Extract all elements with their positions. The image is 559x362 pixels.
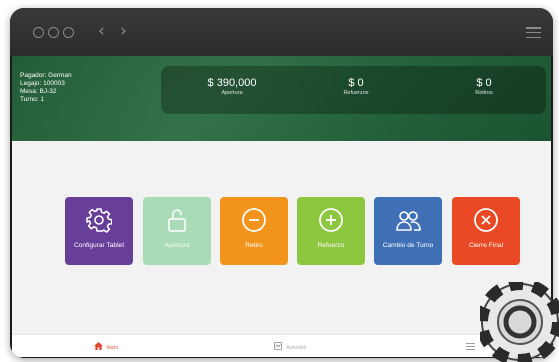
tile-label: Retiro <box>245 242 263 249</box>
nav-menu[interactable] <box>466 343 475 352</box>
tile-label: Refuerzo <box>317 242 345 249</box>
stat-label: Retiros <box>475 90 493 96</box>
close-circle-icon <box>474 208 498 232</box>
tile-label: Cambio de Turno <box>382 242 434 249</box>
stat-label: Apertura <box>221 90 243 96</box>
main-content: Configurar Tablet Apertura Retiro Refuer… <box>12 141 551 334</box>
stat-refuerzos: $ 0 Refuerzos <box>311 77 401 96</box>
bottom-nav: Inicio Actividad <box>12 334 551 357</box>
apertura-button[interactable]: Apertura <box>143 197 211 265</box>
forward-arrow-icon[interactable]: › <box>120 21 127 41</box>
window-dot-icon[interactable] <box>33 27 44 38</box>
stat-value: $ 0 <box>476 77 492 89</box>
pagador-text: Pagador: German <box>20 72 72 79</box>
stat-value: $ 390,000 <box>207 77 257 89</box>
tablet-frame: ‹ › Pagador: German Legajo: 100003 Mesa:… <box>10 8 553 358</box>
activity-icon <box>274 342 282 350</box>
menu-icon <box>466 343 475 350</box>
minus-circle-icon <box>242 208 266 232</box>
cambio-de-turno-button[interactable]: Cambio de Turno <box>374 197 442 265</box>
user-info: Pagador: German Legajo: 100003 Mesa: BJ-… <box>20 72 72 104</box>
window-dot-icon[interactable] <box>63 27 74 38</box>
tile-label: Cierre Final <box>468 242 504 249</box>
stat-retiros: $ 0 Retiros <box>439 77 529 96</box>
tile-label: Apertura <box>164 242 190 249</box>
gear-icon <box>86 208 112 233</box>
tile-label: Configurar Tablet <box>73 242 125 249</box>
nav-label: Inicio <box>106 345 119 351</box>
home-icon <box>94 342 103 350</box>
stat-value: $ 0 <box>348 77 364 89</box>
title-bar: ‹ › <box>10 8 553 56</box>
nav-inicio[interactable]: Inicio <box>94 342 118 351</box>
configurar-tablet-button[interactable]: Configurar Tablet <box>65 197 133 265</box>
unlock-icon <box>168 209 186 232</box>
mesa-text: Mesa: BJ-32 <box>20 88 57 95</box>
stat-label: Refuerzos <box>343 90 369 96</box>
stats-panel: $ 390,000 Apertura $ 0 Refuerzos $ 0 Ret… <box>161 66 546 114</box>
header-banner: Pagador: German Legajo: 100003 Mesa: BJ-… <box>12 56 551 141</box>
stat-apertura: $ 390,000 Apertura <box>187 77 277 96</box>
users-icon <box>396 211 421 231</box>
legajo-text: Legajo: 100003 <box>20 80 65 87</box>
turno-text: Turno: 1 <box>20 96 44 103</box>
cierre-final-button[interactable]: Cierre Final <box>452 197 520 265</box>
nav-actividad[interactable]: Actividad <box>274 342 306 351</box>
plus-circle-icon <box>319 208 343 232</box>
retiro-button[interactable]: Retiro <box>220 197 288 265</box>
refuerzo-button[interactable]: Refuerzo <box>297 197 365 265</box>
app-screen: Pagador: German Legajo: 100003 Mesa: BJ-… <box>12 56 551 357</box>
back-arrow-icon[interactable]: ‹ <box>98 21 105 41</box>
window-dot-icon[interactable] <box>48 27 59 38</box>
nav-label: Actividad <box>286 345 307 351</box>
casino-chip-icon <box>480 282 559 362</box>
menu-icon[interactable] <box>526 27 541 39</box>
